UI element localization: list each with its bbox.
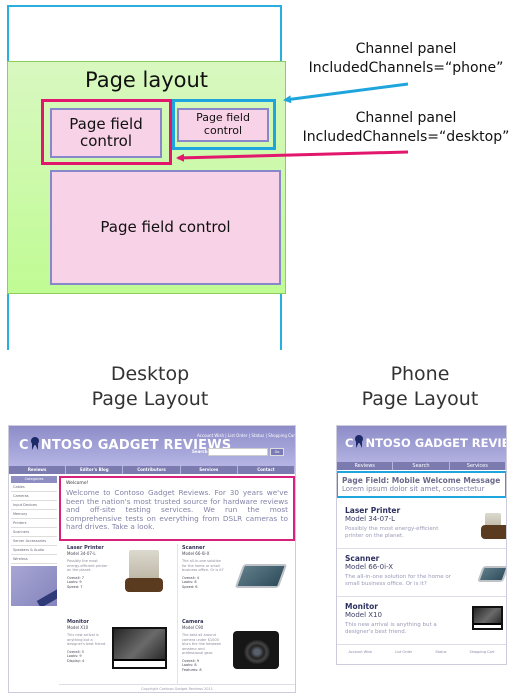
category-item[interactable]: Wireless	[11, 555, 57, 564]
monitor-image	[472, 606, 503, 630]
product-desc: This new arrival is anything but a desig…	[345, 622, 437, 635]
nav-reviews[interactable]: Reviews	[337, 462, 394, 470]
footer-link[interactable]: Shopping Cart	[470, 650, 495, 654]
scanner-image	[234, 564, 288, 588]
desktop-top-links[interactable]: Account Wish | List Order | Status | Sho…	[197, 433, 295, 438]
category-item[interactable]: Scanners	[11, 528, 57, 537]
product-card[interactable]: Camera Model C90 The best all around cam…	[182, 619, 224, 672]
camera-image	[233, 631, 279, 669]
phone-nav: Reviews Search Services	[337, 462, 506, 470]
phone-footer-links: Account Wish List Order Status Shopping …	[337, 650, 506, 654]
welcome-heading: Welcome!	[66, 481, 89, 486]
search-label: Search:	[192, 449, 210, 454]
product-desc: The all-in-one solution for the home or …	[345, 574, 452, 587]
product-stats: Overall: 4 Looks: 8 Speed: 6	[182, 575, 200, 589]
product-desc: Possibly the most energy-efficient print…	[345, 526, 439, 539]
product-model: Model 66-0i-X	[345, 563, 394, 571]
phone-logo[interactable]: CNTOSO GADGET REVIEWS	[345, 435, 506, 450]
product-stats: Overall: 7 Looks: 9 Speed: 7	[67, 575, 85, 589]
product-desc: The best all around camera under $1000 b…	[182, 633, 222, 655]
printer-image	[481, 513, 506, 539]
phone-product-item[interactable]: Laser Printer Model 34-07-L Possibly the…	[337, 502, 506, 549]
product-card[interactable]: Scanner Model 66-0i-X The all-in-one sol…	[182, 545, 224, 589]
desktop-callout-arrow	[176, 150, 409, 162]
desktop-section-title: Desktop Page Layout	[40, 362, 260, 411]
nav-contributors[interactable]: Contributors	[123, 466, 181, 474]
phone-welcome-text: Lorem ipsum dolor sit amet, consectetur	[342, 485, 485, 493]
award-ribbon-icon	[354, 435, 364, 449]
product-grid-divider	[177, 544, 178, 684]
product-desc: The all-in-one solution for the home or …	[182, 559, 224, 572]
phone-title-line1: Phone	[390, 363, 450, 385]
product-title: Scanner	[345, 554, 380, 563]
sidebar-promo-image	[11, 566, 57, 606]
callout-arrows	[176, 82, 409, 162]
footer-link[interactable]: Account Wish	[349, 650, 373, 654]
product-stats: Overall: 9 Looks: 8 Features: 8	[182, 658, 202, 672]
search-go-button[interactable]: Go	[270, 448, 284, 456]
desktop-title-line2: Page Layout	[91, 387, 209, 410]
nav-services[interactable]: Services	[181, 466, 238, 474]
desktop-title-line1: Desktop	[110, 363, 190, 385]
categories-sidebar: Categories Cables Cameras Input Devices …	[11, 476, 57, 564]
nav-contact[interactable]: Contact	[238, 466, 295, 474]
phone-welcome-field: Page Field: Mobile Welcome Message Lorem…	[337, 471, 506, 498]
product-stats: Overall: 5 Looks: 9 Display: 4	[67, 649, 85, 663]
welcome-text: Welcome to Contoso Gadget Reviews. For 3…	[66, 488, 288, 532]
product-model: Model 34-07-L	[345, 515, 396, 523]
search-input[interactable]	[208, 448, 268, 456]
printer-image	[125, 550, 163, 592]
category-item[interactable]: Printers	[11, 519, 57, 528]
scanner-image	[477, 566, 506, 582]
category-item[interactable]: Input Devices	[11, 501, 57, 510]
product-card[interactable]: Monitor Model X10 This new arrival is an…	[67, 619, 109, 663]
category-item[interactable]: Cables	[11, 483, 57, 492]
phone-callout-arrow	[283, 82, 409, 104]
nav-services[interactable]: Services	[450, 462, 506, 470]
product-desc: Possibly the most energy-efficient print…	[67, 559, 108, 572]
nav-search[interactable]: Search	[393, 462, 450, 470]
nav-reviews[interactable]: Reviews	[9, 466, 67, 474]
desktop-page-mockup: C NTOSO GADGET REVIEWS Account Wish | Lis…	[8, 425, 296, 693]
award-ribbon-icon	[30, 437, 40, 451]
phone-welcome-heading: Page Field: Mobile Welcome Message	[342, 476, 501, 485]
phone-page-mockup: CNTOSO GADGET REVIEWS Reviews Search Ser…	[336, 425, 507, 665]
product-model: Model C90	[182, 625, 204, 630]
footer-link[interactable]: Status	[435, 650, 446, 654]
desktop-welcome-field: Welcome! Welcome to Contoso Gadget Revie…	[59, 476, 295, 541]
product-model: Model 66-0i-X	[182, 551, 210, 556]
category-item[interactable]: Speakers & Audio	[11, 546, 57, 555]
product-card[interactable]: Laser Printer Model 34-07-L Possibly the…	[67, 545, 109, 589]
footer-link[interactable]: List Order	[395, 650, 412, 654]
product-model: Model 34-07-L	[67, 551, 96, 556]
product-title: Laser Printer	[345, 506, 401, 515]
categories-heading: Categories	[11, 476, 57, 483]
category-item[interactable]: Memory	[11, 510, 57, 519]
nav-editors-blog[interactable]: Editor's Blog	[66, 466, 124, 474]
product-desc: This new arrival is anything but a desig…	[67, 633, 107, 646]
desktop-nav: Reviews Editor's Blog Contributors Servi…	[9, 466, 295, 474]
product-model: Model X10	[67, 625, 89, 630]
phone-title-line2: Page Layout	[361, 387, 479, 410]
phone-section-title: Phone Page Layout	[330, 362, 510, 411]
category-item[interactable]: Cameras	[11, 492, 57, 501]
desktop-footer: Copyright Contoso Gadget Reviews 2011	[59, 684, 295, 691]
category-item[interactable]: Server Accessories	[11, 537, 57, 546]
monitor-image	[112, 627, 167, 669]
